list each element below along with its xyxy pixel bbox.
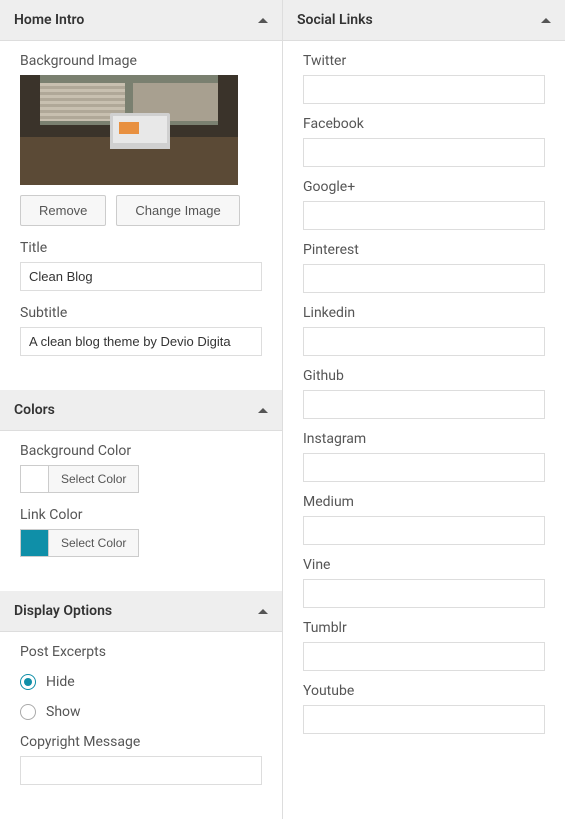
linkedin-label: Linkedin <box>303 305 545 321</box>
pinterest-label: Pinterest <box>303 242 545 258</box>
hide-radio[interactable] <box>20 674 36 690</box>
bg-color-swatch <box>20 465 48 493</box>
title-input[interactable] <box>20 262 262 291</box>
youtube-label: Youtube <box>303 683 545 699</box>
instagram-label: Instagram <box>303 431 545 447</box>
subtitle-label: Subtitle <box>20 305 262 321</box>
colors-body: Background Color Select Color Link Color… <box>0 431 282 591</box>
show-radio[interactable] <box>20 704 36 720</box>
chevron-up-icon <box>258 408 268 413</box>
instagram-input[interactable] <box>303 453 545 482</box>
chevron-up-icon <box>541 18 551 23</box>
display-options-title: Display Options <box>14 603 112 619</box>
title-label: Title <box>20 240 262 256</box>
home-intro-header[interactable]: Home Intro <box>0 0 282 41</box>
twitter-input[interactable] <box>303 75 545 104</box>
tumblr-input[interactable] <box>303 642 545 671</box>
colors-title: Colors <box>14 402 55 418</box>
chevron-up-icon <box>258 609 268 614</box>
home-intro-title: Home Intro <box>14 12 84 28</box>
copyright-label: Copyright Message <box>20 734 262 750</box>
link-color-swatch <box>20 529 48 557</box>
medium-label: Medium <box>303 494 545 510</box>
colors-header[interactable]: Colors <box>0 390 282 431</box>
remove-image-button[interactable]: Remove <box>20 195 106 226</box>
bg-color-select-button[interactable]: Select Color <box>48 465 139 493</box>
github-label: Github <box>303 368 545 384</box>
show-label: Show <box>46 704 81 720</box>
copyright-input[interactable] <box>20 756 262 785</box>
linkedin-input[interactable] <box>303 327 545 356</box>
medium-input[interactable] <box>303 516 545 545</box>
bg-image-preview[interactable] <box>20 75 238 185</box>
chevron-up-icon <box>258 18 268 23</box>
google-label: Google+ <box>303 179 545 195</box>
pinterest-input[interactable] <box>303 264 545 293</box>
display-options-header[interactable]: Display Options <box>0 591 282 632</box>
twitter-label: Twitter <box>303 53 545 69</box>
facebook-label: Facebook <box>303 116 545 132</box>
link-color-label: Link Color <box>20 507 262 523</box>
youtube-input[interactable] <box>303 705 545 734</box>
google-input[interactable] <box>303 201 545 230</box>
bg-image-label: Background Image <box>20 53 262 69</box>
hide-label: Hide <box>46 674 75 690</box>
display-options-body: Post Excerpts Hide Show Copyright Messag… <box>0 632 282 819</box>
change-image-button[interactable]: Change Image <box>116 195 239 226</box>
vine-label: Vine <box>303 557 545 573</box>
social-links-header[interactable]: Social Links <box>283 0 565 41</box>
home-intro-body: Background Image Remove Change Image Tit… <box>0 41 282 390</box>
tumblr-label: Tumblr <box>303 620 545 636</box>
subtitle-input[interactable] <box>20 327 262 356</box>
post-excerpts-label: Post Excerpts <box>20 644 262 660</box>
bg-color-label: Background Color <box>20 443 262 459</box>
social-links-title: Social Links <box>297 12 373 28</box>
vine-input[interactable] <box>303 579 545 608</box>
github-input[interactable] <box>303 390 545 419</box>
link-color-select-button[interactable]: Select Color <box>48 529 139 557</box>
social-links-body: Twitter Facebook Google+ Pinterest Linke… <box>283 41 565 766</box>
facebook-input[interactable] <box>303 138 545 167</box>
